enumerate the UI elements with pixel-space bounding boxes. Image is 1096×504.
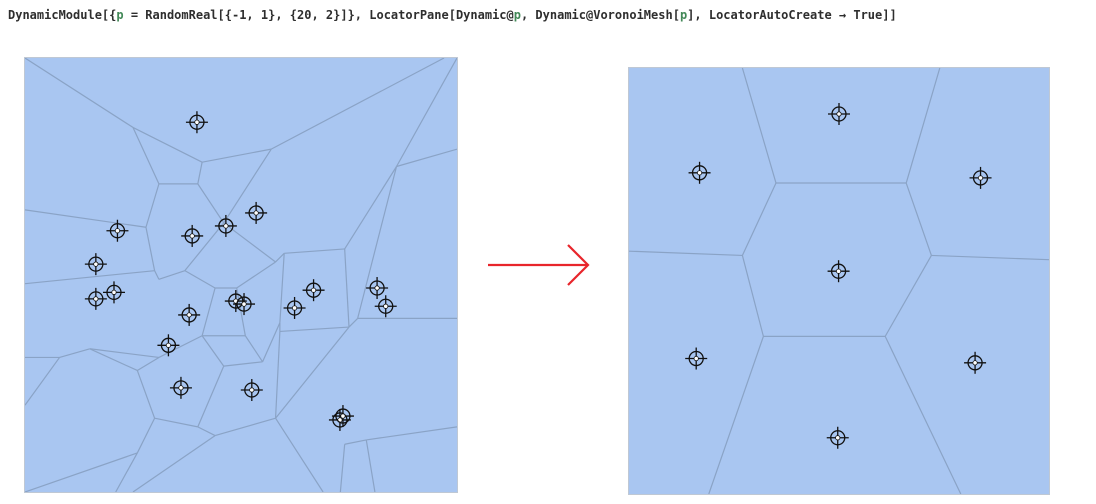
code-segment: ], LocatorAutoCreate → True]]	[687, 8, 897, 22]
voronoi-mesh-after[interactable]	[629, 68, 1049, 494]
input-code-line: DynamicModule[{p = RandomReal[{-1, 1}, {…	[8, 8, 897, 22]
voronoi-background	[25, 58, 457, 492]
voronoi-mesh-before[interactable]	[25, 58, 457, 492]
code-segment: = RandomReal[{-1, 1}, {20, 2}]}, Locator…	[123, 8, 514, 22]
code-segment: DynamicModule[{	[8, 8, 117, 22]
right-arrow-icon	[488, 244, 590, 286]
code-variable: p	[513, 8, 521, 22]
voronoi-locator-pane-after[interactable]	[628, 67, 1050, 495]
voronoi-locator-pane-before[interactable]	[24, 57, 458, 493]
code-segment: , Dynamic@VoronoiMesh[	[520, 8, 680, 22]
code-variable: p	[116, 8, 124, 22]
